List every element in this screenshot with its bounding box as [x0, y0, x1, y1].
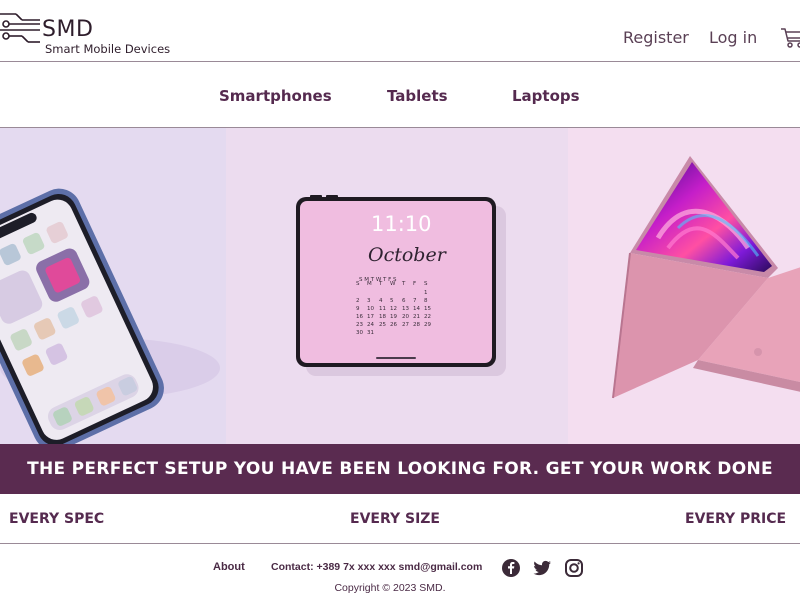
smartphone-photo[interactable] [0, 128, 226, 444]
footer-copyright: Copyright © 2023 SMD. [334, 582, 446, 594]
smartphone-illustration [0, 188, 220, 444]
svg-text:9: 9 [356, 306, 360, 312]
twitter-icon[interactable] [532, 558, 552, 578]
svg-text:27: 27 [402, 322, 409, 328]
brand-logo[interactable]: SMD Smart Mobile Devices [0, 8, 170, 56]
svg-text:4: 4 [379, 298, 383, 304]
svg-text:28: 28 [413, 322, 420, 328]
brand-name: SMD [42, 17, 94, 42]
nav-smartphones[interactable]: Smartphones [219, 87, 332, 105]
hero-carousel: S M T W T F S 11:10 October SMTWTFS 1 23… [0, 128, 800, 444]
svg-text:24: 24 [367, 322, 374, 328]
svg-text:W: W [390, 281, 396, 287]
register-link[interactable]: Register [623, 28, 689, 47]
footer-contact: Contact: +389 7x xxx xxx smd@gmail.com [271, 561, 483, 573]
cart-icon[interactable] [780, 27, 800, 49]
nav-laptops[interactable]: Laptops [512, 87, 580, 105]
svg-text:T: T [378, 281, 383, 287]
nav-tablets[interactable]: Tablets [387, 87, 448, 105]
brand-tagline: Smart Mobile Devices [45, 42, 171, 56]
svg-text:14: 14 [413, 306, 420, 312]
svg-text:31: 31 [367, 330, 374, 336]
svg-text:S: S [424, 281, 428, 287]
svg-text:3: 3 [367, 298, 371, 304]
svg-text:22: 22 [424, 314, 431, 320]
svg-text:6: 6 [402, 298, 406, 304]
tablet-calendar-grid: SMTWTFS 1 2345678 9 10 11 12 13 14 15 16 17 18 19… [356, 280, 436, 338]
svg-text:23: 23 [356, 322, 363, 328]
svg-text:5: 5 [390, 298, 394, 304]
tablet-month: October [368, 244, 446, 266]
feature-size: EVERY SIZE [350, 511, 440, 527]
svg-text:1: 1 [424, 290, 428, 296]
svg-text:15: 15 [424, 306, 431, 312]
laptop-illustration [612, 156, 800, 399]
feature-price: EVERY PRICE [685, 511, 787, 527]
laptop-photo[interactable] [568, 128, 800, 444]
svg-text:13: 13 [402, 306, 409, 312]
svg-text:11: 11 [379, 306, 386, 312]
instagram-icon[interactable] [564, 558, 584, 578]
svg-text:19: 19 [390, 314, 397, 320]
feature-spec: EVERY SPEC [9, 511, 105, 527]
promo-banner-text: THE PERFECT SETUP YOU HAVE BEEN LOOKING … [27, 459, 773, 479]
svg-text:S: S [356, 281, 360, 287]
tablet-photo[interactable]: S M T W T F S 11:10 October SMTWTFS 1 23… [226, 128, 568, 444]
circuit-logo-icon [0, 13, 40, 43]
svg-text:8: 8 [424, 298, 428, 304]
svg-text:T: T [401, 281, 406, 287]
svg-text:10: 10 [367, 306, 374, 312]
svg-text:M: M [367, 281, 372, 287]
svg-text:2: 2 [356, 298, 360, 304]
tablet-time: 11:10 [371, 212, 432, 236]
svg-text:26: 26 [390, 322, 397, 328]
footer-about-link[interactable]: About [213, 561, 245, 573]
svg-text:25: 25 [379, 322, 386, 328]
svg-text:F: F [413, 281, 416, 287]
svg-text:21: 21 [413, 314, 420, 320]
svg-text:16: 16 [356, 314, 363, 320]
login-link[interactable]: Log in [709, 28, 757, 47]
svg-text:12: 12 [390, 306, 397, 312]
facebook-icon[interactable] [501, 558, 521, 578]
svg-text:20: 20 [402, 314, 409, 320]
svg-text:30: 30 [356, 330, 363, 336]
svg-text:17: 17 [367, 314, 374, 320]
svg-text:18: 18 [379, 314, 386, 320]
svg-text:29: 29 [424, 322, 431, 328]
svg-text:7: 7 [413, 298, 417, 304]
